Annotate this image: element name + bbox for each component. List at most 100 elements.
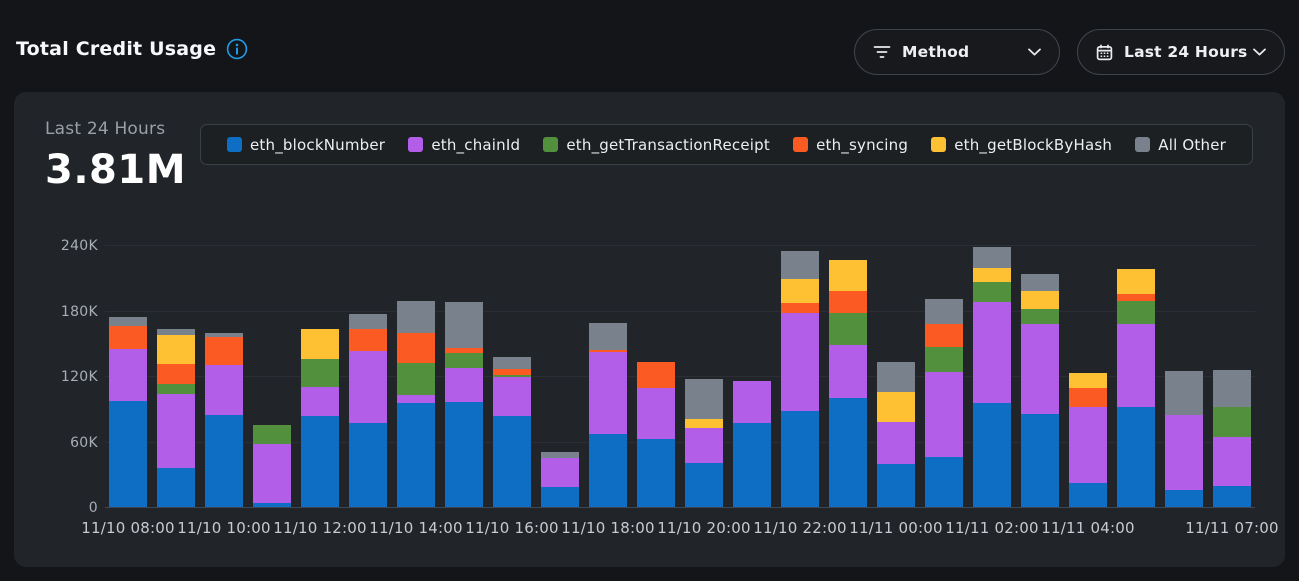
legend-item-eth_chainid[interactable]: eth_chainId: [408, 136, 520, 154]
bar-11-11-04-00[interactable]: [1069, 373, 1107, 507]
segment-eth_gettransactionreceipt: [925, 347, 963, 372]
legend: eth_blockNumber eth_chainId eth_getTransac…: [200, 124, 1253, 165]
legend-swatch-icon: [1135, 137, 1150, 152]
bar-11-10-23-00[interactable]: [829, 260, 867, 507]
bar-11-10-13-00[interactable]: [349, 314, 387, 507]
bar-11-10-14-00[interactable]: [397, 301, 435, 507]
y-axis-labels: 060K120K180K240K: [14, 246, 98, 508]
usage-summary: Last 24 Hours 3.81M: [45, 119, 186, 193]
segment-eth_chainid: [541, 458, 579, 488]
legend-label: eth_blockNumber: [250, 136, 385, 154]
legend-item-eth_blocknumber[interactable]: eth_blockNumber: [227, 136, 385, 154]
segment-eth_syncing: [637, 362, 675, 388]
bar-11-11-03-00[interactable]: [1021, 274, 1059, 507]
segment-eth_gettransactionreceipt: [829, 313, 867, 346]
x-tick-label: 11/10 08:00: [78, 519, 178, 537]
bar-11-10-12-00[interactable]: [301, 329, 339, 507]
segment-eth_gettransactionreceipt: [253, 425, 291, 444]
segment-eth_blocknumber: [589, 434, 627, 507]
bar-11-11-00-00[interactable]: [877, 362, 915, 507]
bar-11-10-18-00[interactable]: [589, 323, 627, 507]
legend-swatch-icon: [931, 137, 946, 152]
x-tick-label: 11/10 20:00: [654, 519, 754, 537]
segment-eth_blocknumber: [205, 415, 243, 507]
bar-11-10-20-00[interactable]: [685, 379, 723, 507]
credit-usage-card: Last 24 Hours 3.81M eth_blockNumber eth_c…: [14, 92, 1285, 567]
segment-eth_blocknumber: [925, 457, 963, 507]
segment-eth_gettransactionreceipt: [1117, 301, 1155, 324]
legend-item-eth_getblockbyhash[interactable]: eth_getBlockByHash: [931, 136, 1112, 154]
info-icon[interactable]: [226, 38, 248, 60]
segment-eth_syncing: [925, 324, 963, 347]
bar-11-11-06-00[interactable]: [1165, 371, 1203, 507]
segment-eth_getblockbyhash: [685, 419, 723, 429]
bar-11-10-11-00[interactable]: [253, 425, 291, 507]
segment-all-other: [925, 299, 963, 324]
bar-11-10-17-00[interactable]: [541, 452, 579, 507]
segment-eth_chainid: [349, 351, 387, 423]
bar-11-10-19-00[interactable]: [637, 362, 675, 507]
legend-item-eth_syncing[interactable]: eth_syncing: [793, 136, 908, 154]
legend-swatch-icon: [408, 137, 423, 152]
segment-eth_chainid: [781, 313, 819, 411]
segment-all-other: [781, 251, 819, 279]
segment-eth_gettransactionreceipt: [157, 384, 195, 394]
segment-eth_chainid: [157, 394, 195, 468]
segment-eth_blocknumber: [109, 401, 147, 507]
bar-11-11-01-00[interactable]: [925, 299, 963, 507]
segment-eth_gettransactionreceipt: [1213, 407, 1251, 438]
segment-eth_syncing: [349, 329, 387, 351]
segment-eth_syncing: [829, 291, 867, 313]
x-tick-label: 11/10 10:00: [174, 519, 274, 537]
segment-all-other: [349, 314, 387, 329]
bar-11-10-15-00[interactable]: [445, 302, 483, 507]
segment-eth_chainid: [109, 349, 147, 401]
bar-11-10-08-00[interactable]: [109, 317, 147, 507]
legend-label: eth_getTransactionReceipt: [566, 136, 770, 154]
bar-11-10-21-00[interactable]: [733, 381, 771, 507]
segment-eth_chainid: [1165, 415, 1203, 489]
segment-eth_blocknumber: [1165, 490, 1203, 508]
bar-11-11-02-00[interactable]: [973, 247, 1011, 507]
bar-11-10-22-00[interactable]: [781, 251, 819, 507]
y-tick-label: 240K: [14, 238, 98, 254]
y-tick-label: 180K: [14, 304, 98, 320]
segment-eth_blocknumber: [637, 439, 675, 507]
bar-11-10-09-00[interactable]: [157, 329, 195, 507]
segment-eth_gettransactionreceipt: [397, 363, 435, 395]
segment-eth_blocknumber: [541, 487, 579, 507]
segment-eth_blocknumber: [349, 423, 387, 507]
x-tick-label: 11/11 07:00: [1182, 519, 1282, 537]
segment-eth_blocknumber: [877, 464, 915, 507]
segment-eth_syncing: [1069, 388, 1107, 407]
segment-eth_getblockbyhash: [973, 268, 1011, 282]
page-title: Total Credit Usage: [16, 38, 216, 60]
x-tick-label: 11/11 04:00: [1038, 519, 1138, 537]
time-range-label: Last 24 Hours: [1124, 43, 1247, 61]
segment-eth_syncing: [205, 337, 243, 365]
bar-11-11-05-00[interactable]: [1117, 269, 1155, 507]
bar-11-10-10-00[interactable]: [205, 333, 243, 507]
x-tick-label: 11/10 22:00: [750, 519, 850, 537]
segment-all-other: [973, 247, 1011, 268]
time-range-dropdown[interactable]: Last 24 Hours: [1077, 29, 1285, 75]
legend-label: eth_chainId: [431, 136, 520, 154]
segment-eth_getblockbyhash: [157, 335, 195, 365]
bar-11-10-16-00[interactable]: [493, 357, 531, 507]
segment-eth_syncing: [157, 364, 195, 384]
segment-eth_chainid: [589, 352, 627, 434]
summary-period-label: Last 24 Hours: [45, 119, 186, 139]
gridline: [105, 311, 1255, 312]
y-tick-label: 60K: [14, 435, 98, 451]
legend-item-eth_gettransactionreceipt[interactable]: eth_getTransactionReceipt: [543, 136, 770, 154]
bar-11-11-07-00[interactable]: [1213, 370, 1251, 507]
segment-eth_gettransactionreceipt: [1021, 309, 1059, 323]
dashboard: Total Credit Usage Method: [0, 0, 1299, 581]
legend-item-all-other[interactable]: All Other: [1135, 136, 1226, 154]
segment-eth_blocknumber: [973, 403, 1011, 507]
y-tick-label: 0: [14, 500, 98, 516]
method-filter-dropdown[interactable]: Method: [854, 29, 1060, 75]
segment-eth_blocknumber: [493, 416, 531, 507]
segment-all-other: [589, 323, 627, 350]
segment-eth_blocknumber: [397, 403, 435, 507]
